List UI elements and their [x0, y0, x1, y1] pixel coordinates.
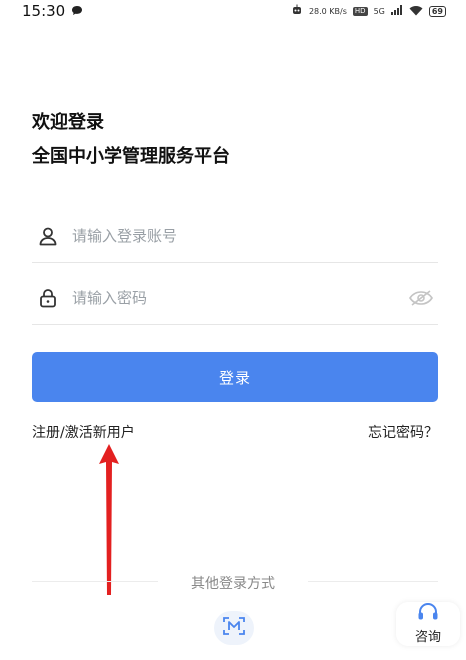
platform-title: 全国中小学管理服务平台 [32, 146, 230, 167]
welcome-title: 欢迎登录 [32, 112, 104, 133]
status-right: 28.0 KB/s HD 5G 69 [291, 4, 446, 18]
wifi-icon [409, 5, 423, 18]
status-left: 15:30 [22, 2, 83, 20]
login-button[interactable]: 登录 [32, 352, 438, 402]
consult-label: 咨询 [414, 630, 441, 645]
eye-closed-icon[interactable] [406, 286, 436, 310]
consult-button[interactable]: 咨询 [396, 602, 460, 646]
signal-icon [390, 5, 403, 17]
account-input[interactable] [72, 227, 438, 245]
hd-badge: HD [352, 6, 368, 16]
password-field-row [32, 272, 438, 325]
scan-code-icon [223, 617, 245, 639]
lock-icon [36, 286, 60, 310]
user-icon [36, 224, 60, 248]
status-bar: 15:30 28.0 KB/s HD 5G 69 [0, 0, 466, 22]
password-input[interactable] [72, 289, 406, 307]
register-link[interactable]: 注册/激活新用户 [32, 422, 135, 442]
forgot-password-link[interactable]: 忘记密码？ [368, 422, 438, 442]
network-speed: 28.0 KB/s [308, 6, 347, 16]
headset-icon [417, 603, 439, 625]
other-login-text: 其他登录方式 [183, 576, 283, 592]
alt-login-button[interactable] [214, 611, 254, 645]
account-field-row [32, 210, 438, 263]
robot-icon [291, 4, 303, 18]
other-login-label: 其他登录方式 [0, 573, 466, 593]
battery-indicator: 69 [428, 5, 446, 17]
status-time: 15:30 [22, 2, 66, 20]
message-bubble-icon [71, 2, 83, 20]
network-type: 5G [373, 6, 385, 16]
